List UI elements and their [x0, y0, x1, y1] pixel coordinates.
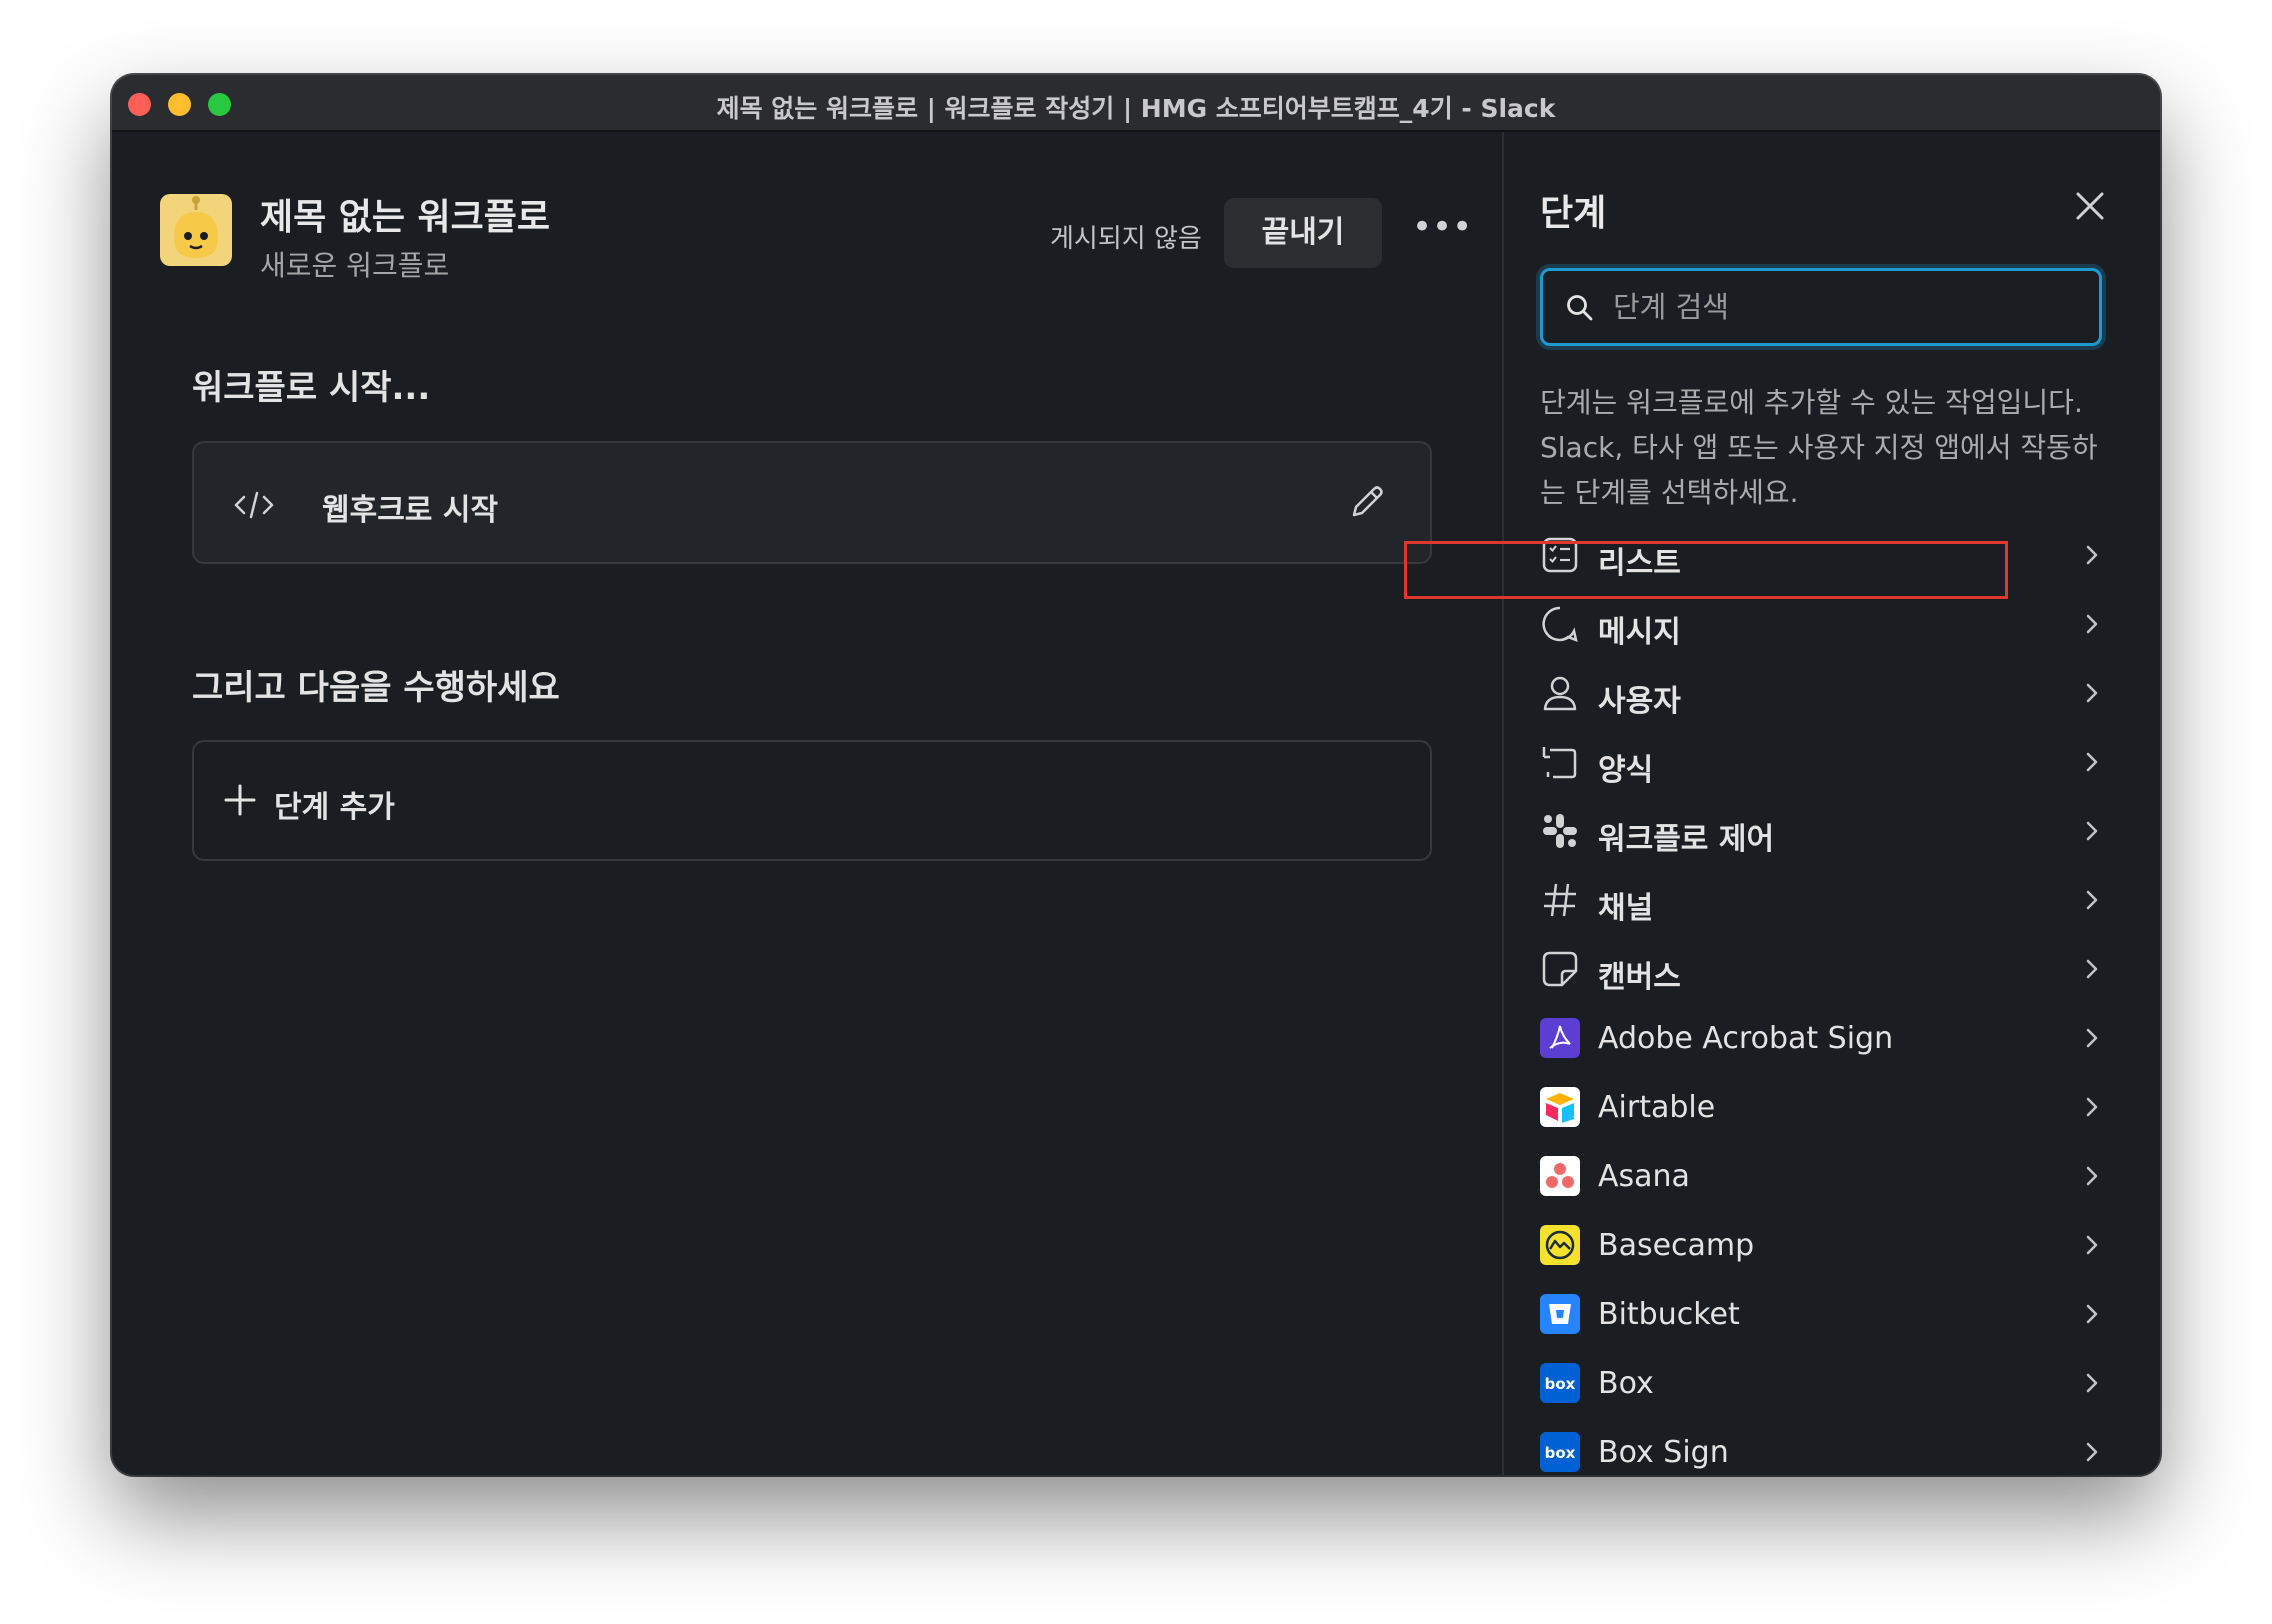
workflow-bot-avatar	[160, 194, 232, 266]
add-step-label: 단계 추가	[274, 790, 395, 825]
box-sign-icon: box	[1540, 1432, 1580, 1472]
category-item-adobe-acrobat-sign[interactable]: Adobe Acrobat Sign	[1540, 1007, 2110, 1069]
category-item-canvas[interactable]: 캔버스	[1540, 938, 2110, 1000]
category-item-asana[interactable]: Asana	[1540, 1145, 2110, 1207]
hash-icon	[1540, 880, 1580, 920]
category-list: 리스트 메시지 사용자 양식 워크플로 제어 채널 캔버스 Adobe Acro…	[1504, 524, 2160, 1475]
slack-window: 제목 없는 워크플로 | 워크플로 작성기 | HMG 소프티어부트캠프_4기 …	[112, 75, 2160, 1475]
category-label: Airtable	[1598, 1090, 1716, 1125]
adobe-acrobat-sign-icon	[1540, 1018, 1580, 1058]
steps-panel: 단계 단계는 워크플로에 추가할 수 있는 작업입니다. Slack, 타사 앱…	[1502, 132, 2160, 1475]
chevron-right-icon	[2080, 1439, 2104, 1465]
chevron-right-icon	[2080, 887, 2104, 913]
category-item-box[interactable]: box Box	[1540, 1352, 2110, 1414]
category-item-user[interactable]: 사용자	[1540, 662, 2110, 724]
close-icon[interactable]	[2074, 190, 2106, 222]
category-item-basecamp[interactable]: Basecamp	[1540, 1214, 2110, 1276]
chevron-right-icon	[2080, 1094, 2104, 1120]
trigger-card[interactable]: 웹후크로 시작	[192, 441, 1432, 564]
chevron-right-icon	[2080, 680, 2104, 706]
chevron-right-icon	[2080, 1370, 2104, 1396]
category-label: 양식	[1598, 753, 1654, 788]
chevron-right-icon	[2080, 1163, 2104, 1189]
category-item-channel[interactable]: 채널	[1540, 869, 2110, 931]
step-search-input[interactable]	[1613, 285, 2083, 329]
finish-button[interactable]: 끝내기	[1224, 198, 1382, 268]
chevron-right-icon	[2080, 749, 2104, 775]
chevron-right-icon	[2080, 542, 2104, 568]
category-label: 캔버스	[1598, 960, 1681, 995]
category-label: 리스트	[1598, 546, 1681, 581]
category-item-airtable[interactable]: Airtable	[1540, 1076, 2110, 1138]
category-label: 메시지	[1598, 615, 1681, 650]
category-label: Box Sign	[1598, 1435, 1729, 1470]
category-item-list[interactable]: 리스트	[1540, 524, 2110, 586]
more-options-button[interactable]: •••	[1412, 210, 1472, 252]
panel-description: 단계는 워크플로에 추가할 수 있는 작업입니다. Slack, 타사 앱 또는…	[1540, 386, 2098, 509]
category-item-form[interactable]: 양식	[1540, 731, 2110, 793]
category-label: Basecamp	[1598, 1228, 1755, 1263]
chevron-right-icon	[2080, 1232, 2104, 1258]
window-title: 제목 없는 워크플로 | 워크플로 작성기 | HMG 소프티어부트캠프_4기 …	[716, 94, 1556, 123]
chevron-right-icon	[2080, 611, 2104, 637]
title-bar: 제목 없는 워크플로 | 워크플로 작성기 | HMG 소프티어부트캠프_4기 …	[112, 75, 2160, 132]
message-icon	[1540, 604, 1580, 644]
workflow-subtitle: 새로운 워크플로	[260, 249, 450, 282]
category-label: 워크플로 제어	[1598, 822, 1775, 857]
chevron-right-icon	[2080, 818, 2104, 844]
airtable-icon	[1540, 1087, 1580, 1127]
workflow-title[interactable]: 제목 없는 워크플로	[260, 188, 550, 240]
chevron-right-icon	[2080, 956, 2104, 982]
category-label: 채널	[1598, 891, 1654, 926]
add-step-button[interactable]: 단계 추가	[192, 740, 1432, 861]
svg-text:box: box	[1545, 1444, 1576, 1462]
chevron-right-icon	[2080, 1301, 2104, 1327]
search-icon	[1565, 293, 1595, 323]
user-icon	[1540, 673, 1580, 713]
category-label: Adobe Acrobat Sign	[1598, 1021, 1894, 1056]
basecamp-icon	[1540, 1225, 1580, 1265]
code-icon	[232, 487, 276, 523]
category-item-message[interactable]: 메시지	[1540, 593, 2110, 655]
bitbucket-icon	[1540, 1294, 1580, 1334]
step-search-box[interactable]	[1540, 268, 2102, 346]
category-label: Bitbucket	[1598, 1297, 1740, 1332]
chevron-right-icon	[2080, 1025, 2104, 1051]
workflow-editor: 제목 없는 워크플로 새로운 워크플로 게시되지 않음 끝내기 ••• 워크플로…	[112, 132, 1502, 1475]
category-label: Asana	[1598, 1159, 1690, 1194]
asana-icon	[1540, 1156, 1580, 1196]
box-icon: box	[1540, 1363, 1580, 1403]
form-icon	[1540, 742, 1580, 782]
panel-title: 단계	[1540, 193, 1607, 234]
plus-icon	[222, 782, 258, 818]
publish-status: 게시되지 않음	[1050, 224, 1202, 254]
category-label: 사용자	[1598, 684, 1681, 719]
category-item-box-sign[interactable]: box Box Sign	[1540, 1421, 2110, 1475]
workflow-control-icon	[1540, 811, 1580, 851]
pencil-icon[interactable]	[1346, 481, 1388, 523]
trigger-label: 웹후크로 시작	[322, 493, 499, 528]
start-section-heading: 워크플로 시작...	[192, 368, 431, 408]
then-section-heading: 그리고 다음을 수행하세요	[192, 668, 560, 708]
category-label: Box	[1598, 1366, 1654, 1401]
canvas-icon	[1540, 949, 1580, 989]
svg-text:box: box	[1545, 1375, 1576, 1393]
category-item-bitbucket[interactable]: Bitbucket	[1540, 1283, 2110, 1345]
list-icon	[1540, 535, 1580, 575]
category-item-workflow-control[interactable]: 워크플로 제어	[1540, 800, 2110, 862]
